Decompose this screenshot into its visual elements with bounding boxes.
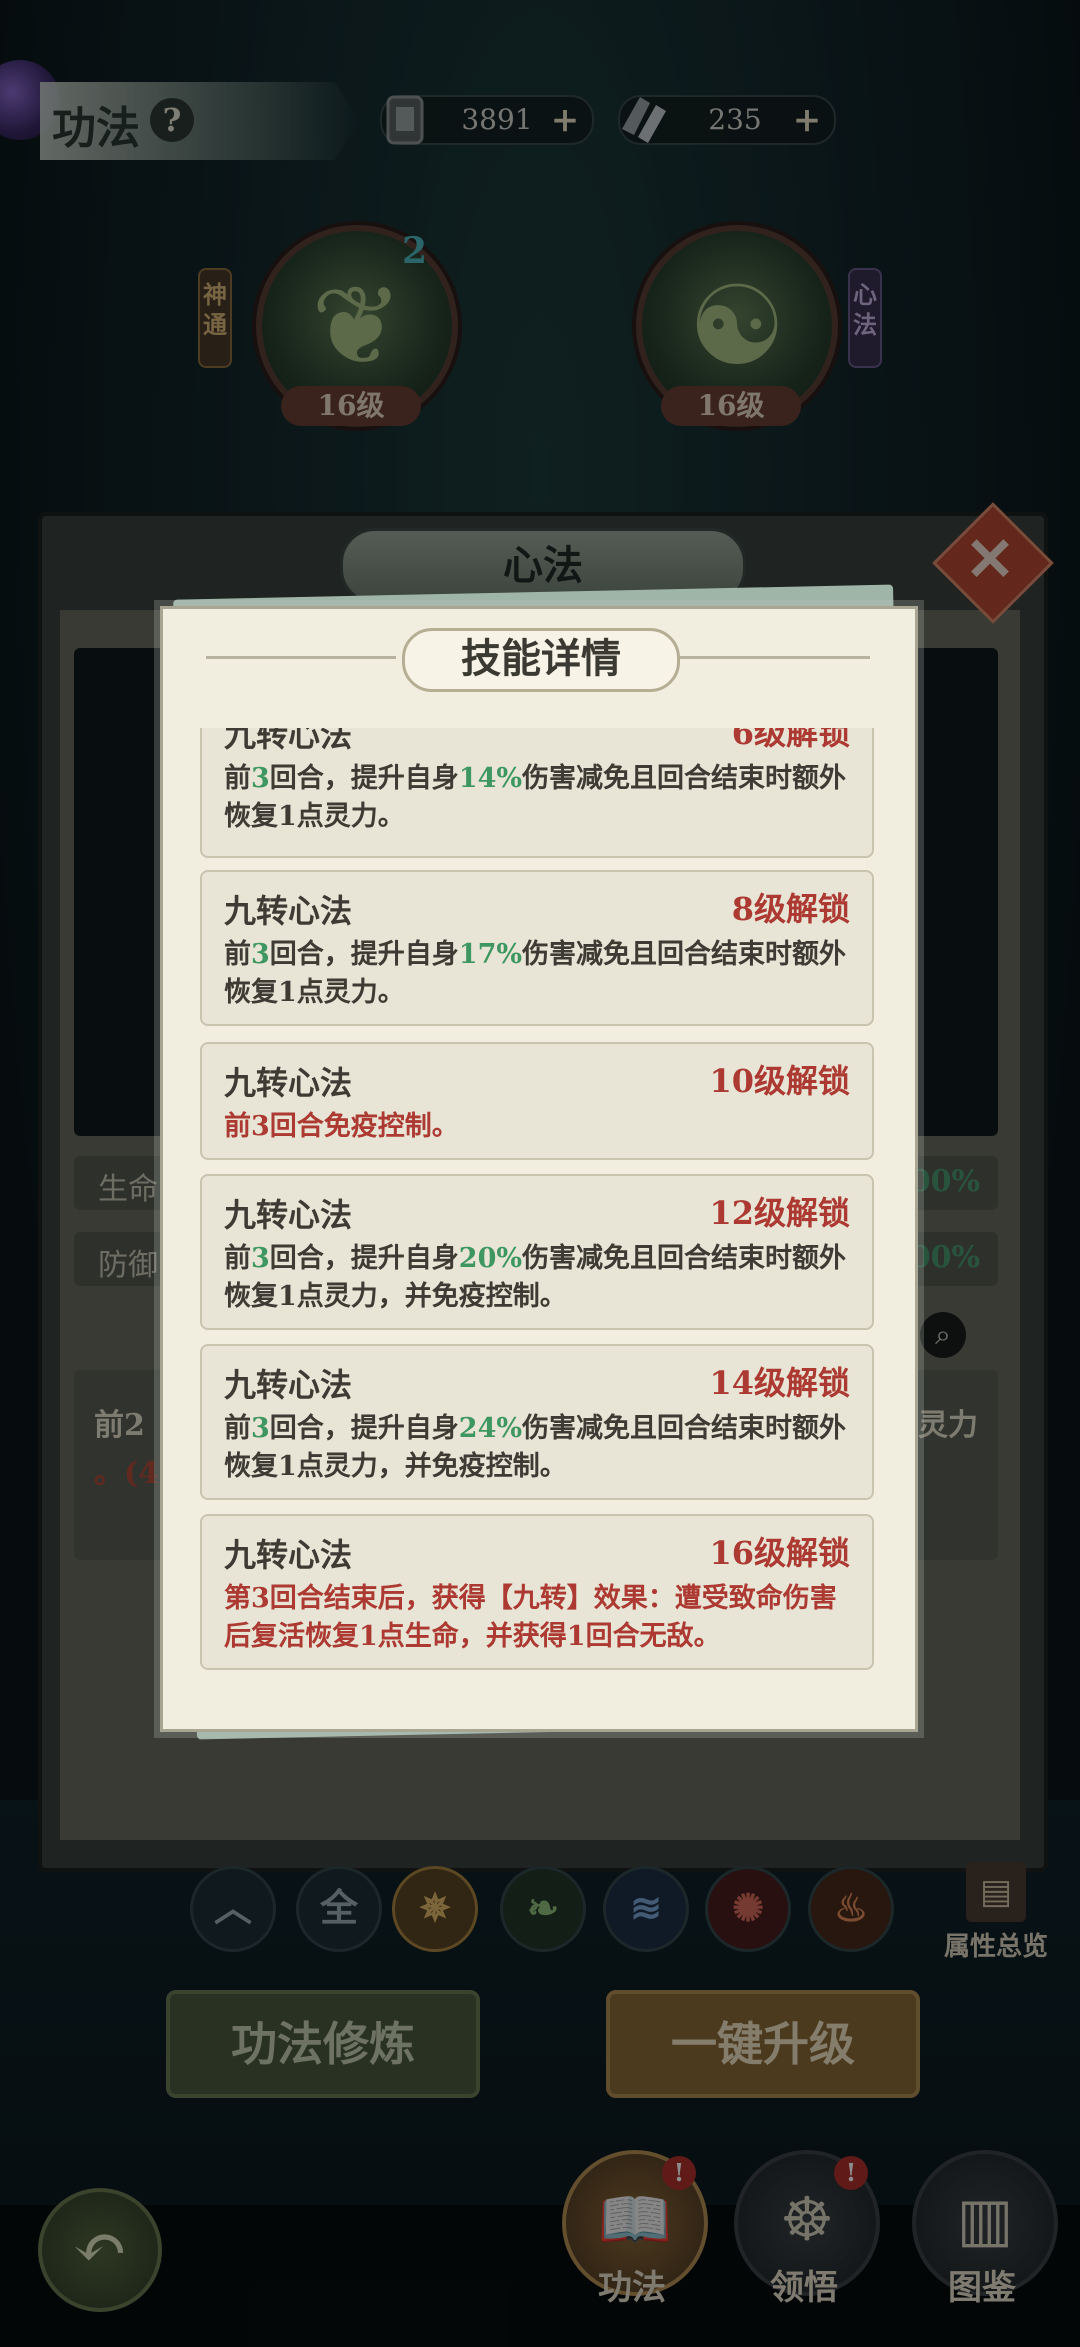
skill-effect: 前3回合，提升自身20%伤害减免且回合结束时额外恢复1点灵力，并免疫控制。 xyxy=(224,1243,847,1312)
unlock-level: 10级解锁 xyxy=(709,1062,850,1100)
skill-effect: 第3回合结束后，获得【九转】效果：遭受致命伤害后复活恢复1点生命，并获得1回合无… xyxy=(224,1583,837,1652)
skill-name: 九转心法 xyxy=(224,1196,353,1234)
list-item: 九转心法 16级解锁 第3回合结束后，获得【九转】效果：遭受致命伤害后复活恢复1… xyxy=(200,1514,874,1670)
list-item: 九转心法 10级解锁 前3回合免疫控制。 xyxy=(200,1042,874,1160)
skill-name: 九转心法 xyxy=(224,728,353,754)
skill-name: 九转心法 xyxy=(224,1064,353,1102)
unlock-level: 8级解锁 xyxy=(731,890,850,928)
list-item: 九转心法 6级解锁 前3回合，提升自身14%伤害减免且回合结束时额外恢复1点灵力… xyxy=(200,728,874,858)
skill-name: 九转心法 xyxy=(224,1366,353,1404)
skill-effect: 前3回合，提升自身14%伤害减免且回合结束时额外恢复1点灵力。 xyxy=(224,763,847,832)
unlock-level: 6级解锁 xyxy=(731,728,850,752)
skill-effect: 前3回合，提升自身17%伤害减免且回合结束时额外恢复1点灵力。 xyxy=(224,939,847,1008)
title-divider-left xyxy=(206,656,396,659)
skill-effect: 前3回合免疫控制。 xyxy=(224,1111,459,1142)
modal-title: 技能详情 xyxy=(402,628,680,692)
list-item: 九转心法 14级解锁 前3回合，提升自身24%伤害减免且回合结束时额外恢复1点灵… xyxy=(200,1344,874,1500)
title-divider-right xyxy=(680,656,870,659)
unlock-level: 14级解锁 xyxy=(709,1364,850,1402)
skill-name: 九转心法 xyxy=(224,1536,353,1574)
list-item: 九转心法 12级解锁 前3回合，提升自身20%伤害减免且回合结束时额外恢复1点灵… xyxy=(200,1174,874,1330)
skill-level-list[interactable]: 九转心法 6级解锁 前3回合，提升自身14%伤害减免且回合结束时额外恢复1点灵力… xyxy=(200,728,874,1678)
skill-effect: 前3回合，提升自身24%伤害减免且回合结束时额外恢复1点灵力，并免疫控制。 xyxy=(224,1413,847,1482)
unlock-level: 12级解锁 xyxy=(709,1194,850,1232)
skill-name: 九转心法 xyxy=(224,892,353,930)
unlock-level: 16级解锁 xyxy=(709,1534,850,1572)
list-item: 九转心法 8级解锁 前3回合，提升自身17%伤害减免且回合结束时额外恢复1点灵力… xyxy=(200,870,874,1026)
